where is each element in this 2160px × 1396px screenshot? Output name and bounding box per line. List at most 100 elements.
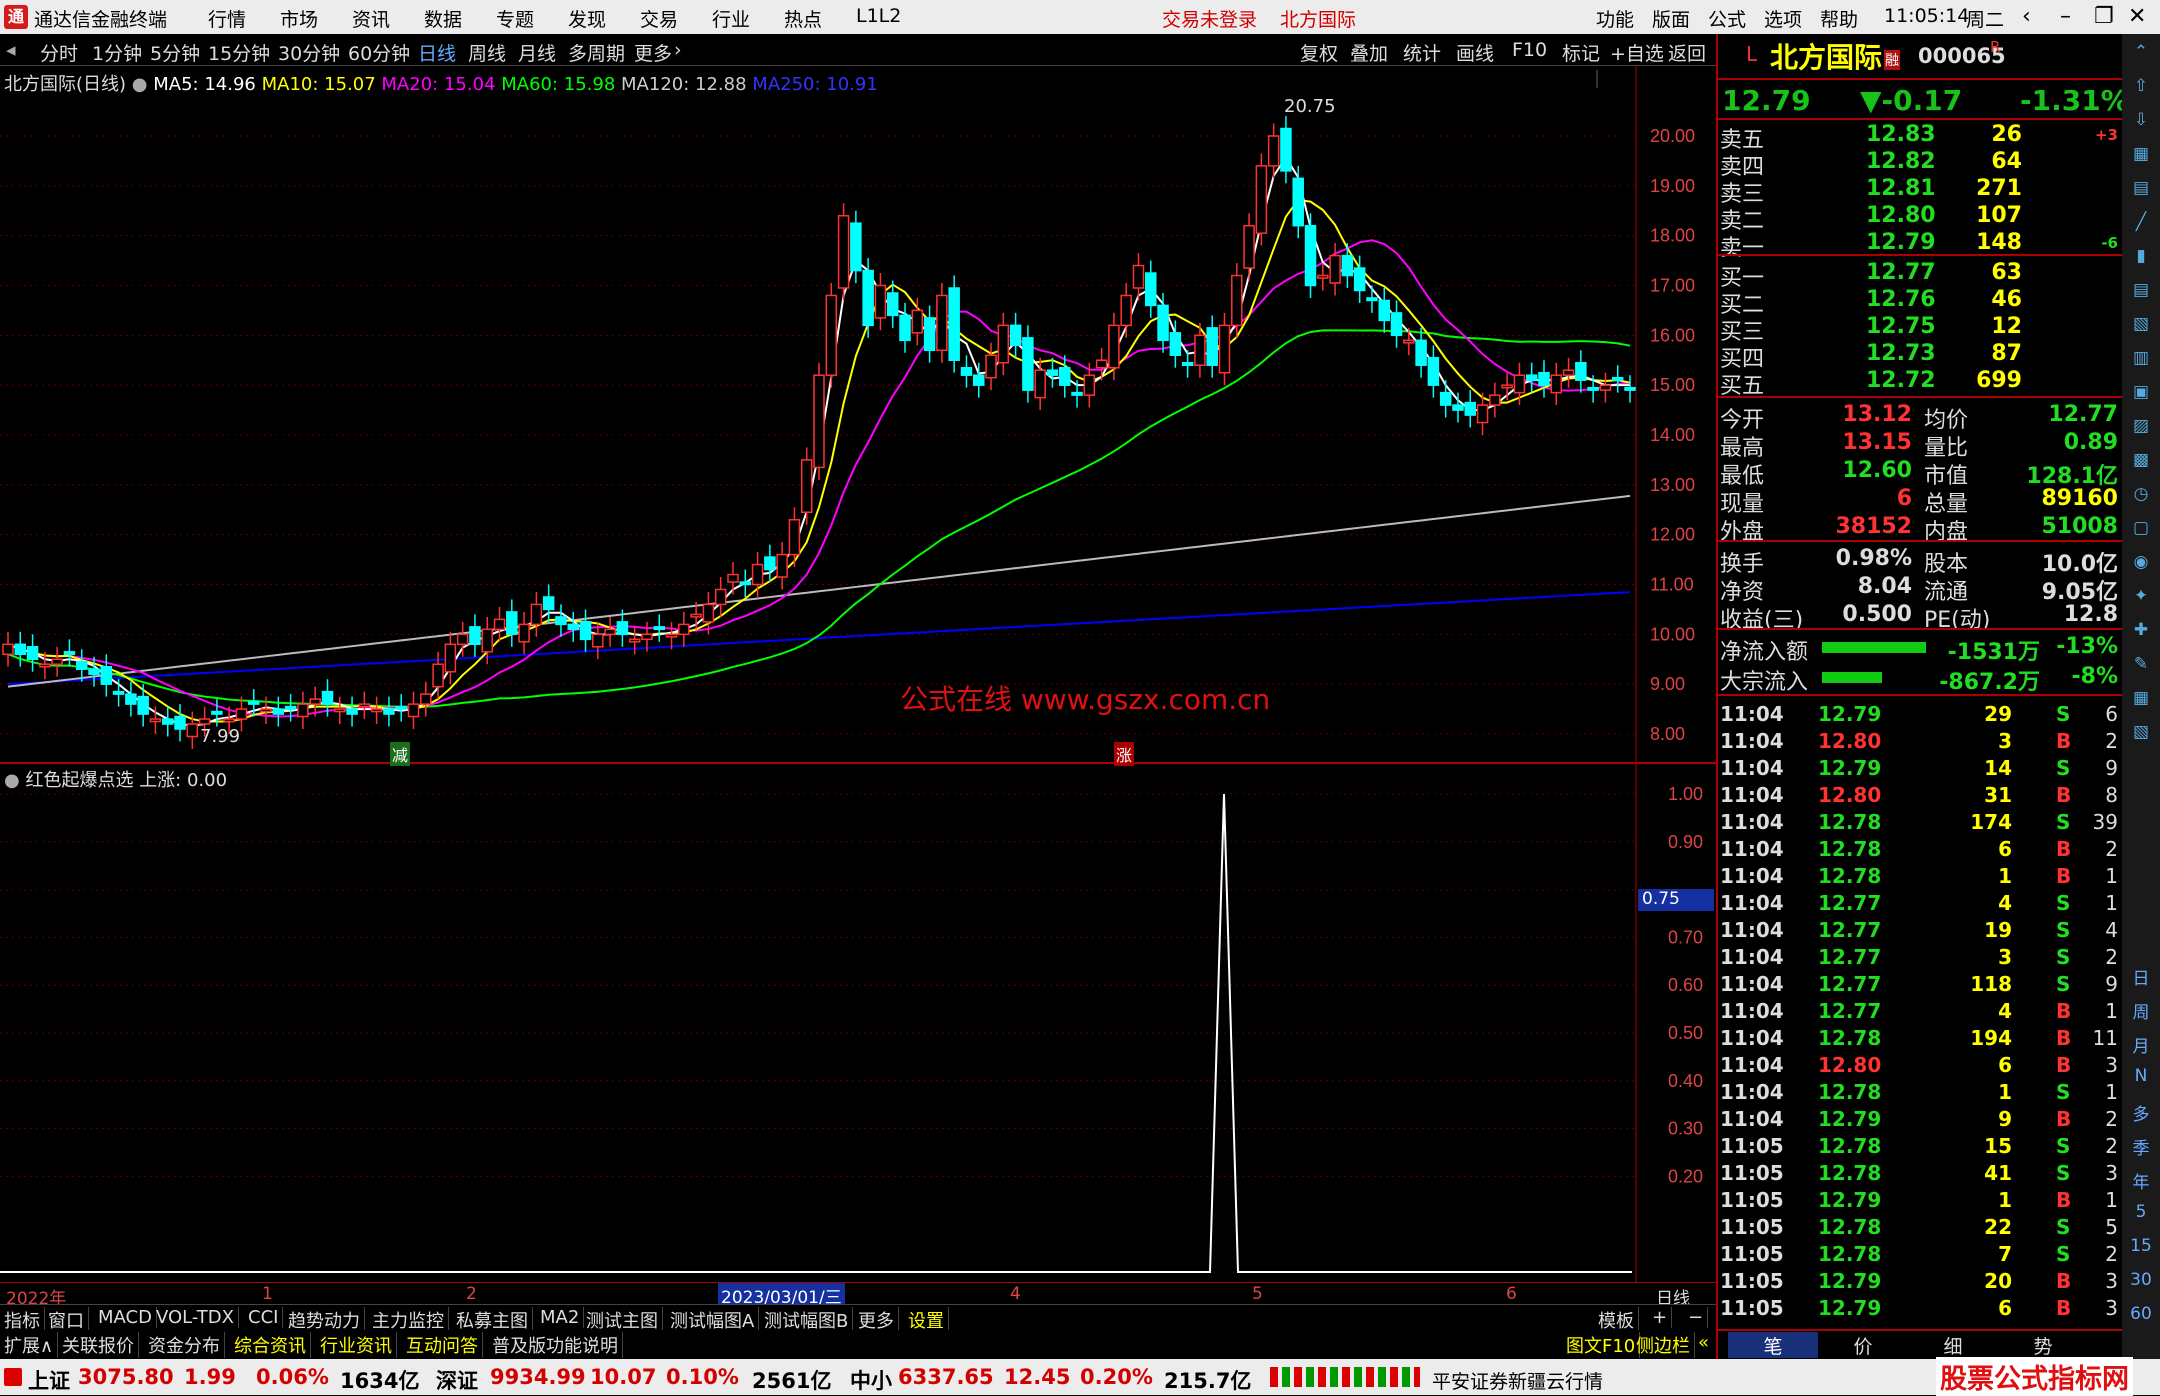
info-tab[interactable]: 互动问答 [402,1332,483,1358]
tool-mark-button[interactable]: 标记 [1562,39,1600,66]
indicator-tab[interactable]: MACD [94,1307,157,1328]
side-tool-icon[interactable]: ⇧ [2129,76,2153,100]
side-period-button[interactable]: 15 [2129,1236,2153,1260]
ask-row[interactable]: 卖三 12.81 271 [1718,176,2122,207]
bid-row[interactable]: 买一 12.77 63 [1718,260,2122,291]
ask-row[interactable]: 卖四 12.82 64 [1718,149,2122,180]
side-tool-icon[interactable]: ✚ [2129,620,2153,644]
side-period-button[interactable]: 季 [2129,1134,2153,1159]
period-tab[interactable]: 分时 [40,39,78,66]
menu-item-topic[interactable]: 专题 [496,5,534,32]
side-tool-icon[interactable]: ▮ [2129,246,2153,270]
side-period-button[interactable]: 年 [2129,1168,2153,1193]
bid-row[interactable]: 买四 12.73 87 [1718,341,2122,372]
side-tool-icon[interactable]: ▥ [2129,348,2153,372]
tool-adjust-button[interactable]: 复权 [1300,39,1338,66]
trade-login-status[interactable]: 交易未登录 [1162,5,1257,32]
period-tab[interactable]: 多周期 [568,39,625,66]
side-tool-icon[interactable]: ▢ [2129,518,2153,542]
info-tab[interactable]: 综合资讯 [230,1332,311,1358]
side-tool-icon[interactable]: ▣ [2129,382,2153,406]
tool-back-button[interactable]: 返回 [1668,39,1706,66]
side-tool-icon[interactable]: ◉ [2129,552,2153,576]
tick-list[interactable]: 11:04 12.79 29 S 6 11:04 12.80 3 B 2 11:04 12.79 14 S… [1718,694,2122,1328]
period-tab[interactable]: 30分钟 [278,39,340,66]
settings-icon[interactable]: ● [132,74,148,95]
chevron-right-icon[interactable]: › [674,39,682,61]
info-tab[interactable]: 行业资讯 [316,1332,397,1358]
tab-detail[interactable]: 细 [1908,1332,1998,1359]
menu-item-discover[interactable]: 发现 [568,5,606,32]
indicator-settings-icon[interactable]: ● [4,770,20,791]
period-tab-active[interactable]: 日线 [418,39,456,66]
menu-item-data[interactable]: 数据 [424,5,462,32]
bid-row[interactable]: 买五 12.72 699 [1718,368,2122,399]
side-tool-icon[interactable]: ✦ [2129,586,2153,610]
info-tab[interactable]: 扩展∧ [0,1332,59,1358]
side-period-button[interactable]: 60 [2129,1304,2153,1328]
side-tool-icon[interactable]: ▨ [2129,416,2153,440]
side-period-button[interactable]: 周 [2129,998,2153,1023]
info-tab[interactable]: 关联报价 [58,1332,139,1358]
event-marker-zhang[interactable]: 涨 [1114,742,1135,766]
side-tool-icon[interactable]: ▧ [2129,314,2153,338]
close-icon[interactable]: ✕ [2128,4,2146,29]
menu-item-help[interactable]: 帮助 [1820,5,1858,32]
menu-item-trade[interactable]: 交易 [640,5,678,32]
period-tab[interactable]: 15分钟 [208,39,270,66]
menu-item-options[interactable]: 选项 [1764,5,1802,32]
indicator-tab[interactable]: CCI [244,1307,284,1328]
add-window-button[interactable]: + [1648,1307,1673,1328]
side-tool-icon[interactable]: ▦ [2129,144,2153,168]
menu-item-formula[interactable]: 公式 [1708,5,1746,32]
side-tool-icon[interactable]: ▤ [2129,280,2153,304]
side-period-button[interactable]: 多 [2129,1100,2153,1125]
indicator-tab[interactable]: MA2 [536,1307,585,1328]
period-tab[interactable]: 月线 [518,39,556,66]
tool-f10-button[interactable]: F10 [1512,39,1547,61]
ask-row[interactable]: 卖一 12.79 148 -6 [1718,230,2122,261]
period-tab[interactable]: 60分钟 [348,39,410,66]
chart-area[interactable]: 20.00 19.00 18.00 17.00 16.00 15.00 14.00 13.00… [0,66,1716,1292]
side-period-button[interactable]: 30 [2129,1270,2153,1294]
period-tab[interactable]: 周线 [468,39,506,66]
restore-icon[interactable]: ❐ [2094,4,2114,29]
ask-row[interactable]: 卖五 12.83 26 +3 [1718,122,2122,153]
collapse-icon[interactable]: ◂ [6,39,16,61]
double-chevron-left-icon[interactable]: « [1694,1332,1713,1353]
menu-item-industry[interactable]: 行业 [712,5,750,32]
menu-item-market2[interactable]: 市场 [280,5,318,32]
sz-label[interactable]: 深证 [436,1365,478,1395]
ask-row[interactable]: 卖二 12.80 107 [1718,203,2122,234]
period-tab[interactable]: 5分钟 [150,39,200,66]
menu-item-market[interactable]: 行情 [208,5,246,32]
side-tool-icon[interactable]: ╱ [2129,212,2153,236]
side-tool-icon[interactable]: ◷ [2129,484,2153,508]
side-period-button[interactable]: 月 [2129,1032,2153,1057]
info-tab[interactable]: 普及版功能说明 [488,1332,623,1358]
tool-watchlist-button[interactable]: +自选 [1610,39,1664,66]
sidebar-tab[interactable]: 侧边栏 [1632,1332,1695,1358]
zx-label[interactable]: 中小 [850,1365,892,1395]
info-tab[interactable]: 资金分布 [144,1332,225,1358]
menu-item-layout[interactable]: 版面 [1652,5,1690,32]
side-tool-icon[interactable]: ▧ [2129,722,2153,746]
remove-window-button[interactable]: − [1684,1307,1709,1328]
menu-item-function[interactable]: 功能 [1596,5,1634,32]
indicator-tab[interactable]: VOL-TDX [152,1307,239,1328]
menu-item-news[interactable]: 资讯 [352,5,390,32]
minimize-icon[interactable]: – [2060,4,2071,29]
tab-trend[interactable]: 势 [1998,1332,2088,1359]
period-tab[interactable]: 1分钟 [92,39,142,66]
bid-row[interactable]: 买三 12.75 12 [1718,314,2122,345]
tab-trades[interactable]: 笔 [1728,1332,1818,1358]
side-tool-icon[interactable]: ⇩ [2129,110,2153,134]
side-tool-icon[interactable]: ▦ [2129,688,2153,712]
side-period-button[interactable]: 5 [2129,1202,2153,1226]
menu-item-l1l2[interactable]: L1L2 [856,5,901,27]
side-period-button[interactable]: 日 [2129,964,2153,989]
side-tool-icon[interactable]: ✎ [2129,654,2153,678]
kline-chart[interactable]: 20.00 19.00 18.00 17.00 16.00 15.00 14.00 13.00… [0,66,1716,1292]
event-marker-jian[interactable]: 减 [390,742,411,766]
back-icon[interactable]: ‹ [2022,4,2031,29]
